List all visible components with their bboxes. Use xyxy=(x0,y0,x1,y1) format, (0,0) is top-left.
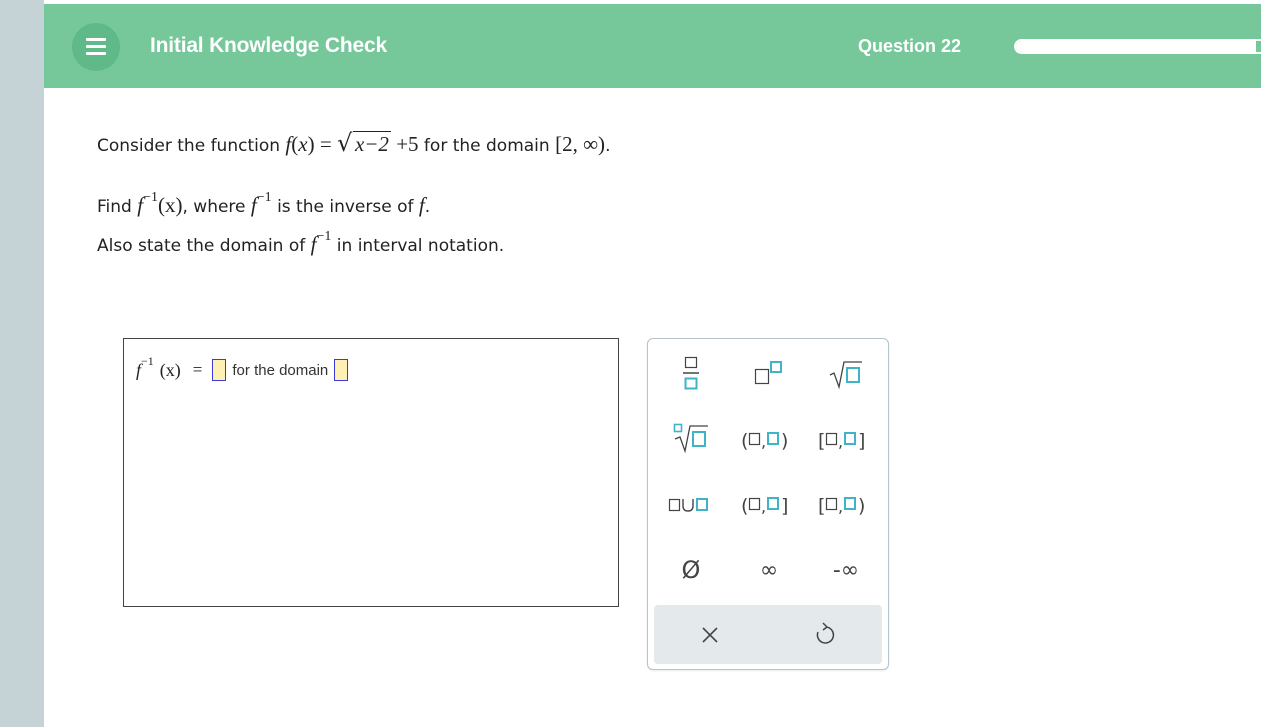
svg-text:[: [ xyxy=(818,495,825,517)
domain-interval: [2, ∞) xyxy=(555,132,606,156)
svg-text:,: , xyxy=(838,432,843,451)
function-symbol: f xyxy=(310,232,317,256)
fraction-button[interactable] xyxy=(661,355,721,395)
clear-button[interactable] xyxy=(690,617,730,651)
empty-set-icon: Ø xyxy=(682,556,701,584)
exponent-button[interactable] xyxy=(739,355,799,395)
answer-line: f −1 (x) = for the domain xyxy=(136,354,349,381)
svg-text:,: , xyxy=(761,432,766,451)
open-interval-button[interactable]: ( , ) xyxy=(739,420,799,460)
undo-button[interactable] xyxy=(804,617,844,651)
argument: (x) xyxy=(159,359,181,380)
hamburger-icon xyxy=(86,38,106,41)
undo-icon xyxy=(816,622,835,644)
union-icon xyxy=(668,498,708,512)
question-line-3: Also state the domain of f−1 in interval… xyxy=(97,229,505,257)
left-open-interval-button[interactable]: ( , ] xyxy=(739,485,799,525)
union-button[interactable] xyxy=(661,485,721,525)
variable: x xyxy=(298,132,308,156)
math-palette: ( , ) [ , ] ( , ] [,) Ø ∞ -∞ xyxy=(647,338,889,670)
page-title: Initial Knowledge Check xyxy=(150,34,387,57)
right-open-interval-button[interactable]: [ , ) xyxy=(816,485,876,525)
svg-text:(: ( xyxy=(741,430,748,452)
palette-footer xyxy=(654,605,882,664)
question-text: is the inverse of xyxy=(271,197,419,217)
question-line-2: Find f−1(x), where f−1 is the inverse of… xyxy=(97,190,431,218)
left-rail xyxy=(0,0,44,727)
open-interval-icon: ( , ) xyxy=(741,430,788,452)
svg-text:,: , xyxy=(838,497,843,516)
question-text: for the domain xyxy=(418,136,556,156)
progress-bar xyxy=(1014,39,1261,54)
question-number: Question 22 xyxy=(858,36,962,56)
plus-constant: +5 xyxy=(390,132,419,156)
svg-text:-∞: -∞ xyxy=(833,558,859,583)
function-symbol: f xyxy=(250,193,257,217)
radicand: x−2 xyxy=(352,131,391,156)
svg-text:Ø: Ø xyxy=(682,556,701,584)
question-text: Find xyxy=(97,197,138,217)
answer-box[interactable]: f −1 (x) = for the domain xyxy=(123,338,619,607)
sqrt-icon xyxy=(829,361,862,390)
closed-interval-button[interactable]: [ , ] xyxy=(816,420,876,460)
square-root: √ x−2 xyxy=(336,129,391,157)
inverse-exponent: −1 xyxy=(143,190,158,205)
svg-text:): ) xyxy=(781,430,788,452)
close-icon xyxy=(702,627,718,643)
nth-root-button[interactable] xyxy=(661,420,721,460)
inverse-exponent: −1 xyxy=(256,190,272,205)
svg-text:∞: ∞ xyxy=(760,558,778,583)
superscript-icon xyxy=(754,361,782,385)
svg-text:]: ] xyxy=(781,495,788,517)
menu-button[interactable] xyxy=(72,23,120,71)
square-root-button[interactable] xyxy=(816,355,876,395)
question-text: Consider the function xyxy=(97,136,286,156)
question-text: Also state the domain of xyxy=(97,236,311,256)
top-bar: Initial Knowledge Check Question 22 xyxy=(44,4,1261,88)
domain-input[interactable] xyxy=(334,359,349,381)
infinity-button[interactable]: ∞ xyxy=(739,549,799,589)
left-open-interval-icon: ( , ] xyxy=(741,495,788,517)
hamburger-icon xyxy=(86,52,106,55)
equals: ) = xyxy=(307,132,337,156)
radical-icon: √ xyxy=(336,129,353,157)
question-line-1: Consider the function f(x) = √ x−2 +5 for… xyxy=(97,129,611,157)
negative-infinity-icon: -∞ xyxy=(833,558,859,583)
question-text: , where xyxy=(182,197,251,217)
domain-label: for the domain xyxy=(232,361,329,379)
svg-text:(: ( xyxy=(741,495,748,517)
svg-text:,: , xyxy=(761,497,766,516)
question-text: in interval notation. xyxy=(331,236,505,256)
period: . xyxy=(605,136,611,156)
argument: (x) xyxy=(157,193,183,217)
right-open-interval-icon: [ , ) xyxy=(818,495,865,517)
inverse-exponent: −1 xyxy=(316,229,332,244)
equals: = xyxy=(192,360,203,379)
period: . xyxy=(424,197,431,217)
infinity-icon: ∞ xyxy=(760,558,778,583)
inverse-function-input[interactable] xyxy=(212,359,227,381)
progress-fill xyxy=(1016,41,1256,52)
nth-root-icon xyxy=(673,423,708,454)
svg-text:]: ] xyxy=(858,430,865,452)
fraction-icon xyxy=(683,356,699,390)
closed-interval-icon: [ , ] xyxy=(818,430,865,452)
negative-infinity-button[interactable]: -∞ xyxy=(816,549,876,589)
hamburger-icon xyxy=(86,45,106,48)
svg-text:): ) xyxy=(858,495,865,517)
empty-set-button[interactable]: Ø xyxy=(661,549,721,589)
inverse-exponent: −1 xyxy=(141,353,154,368)
svg-text:[: [ xyxy=(818,430,825,452)
